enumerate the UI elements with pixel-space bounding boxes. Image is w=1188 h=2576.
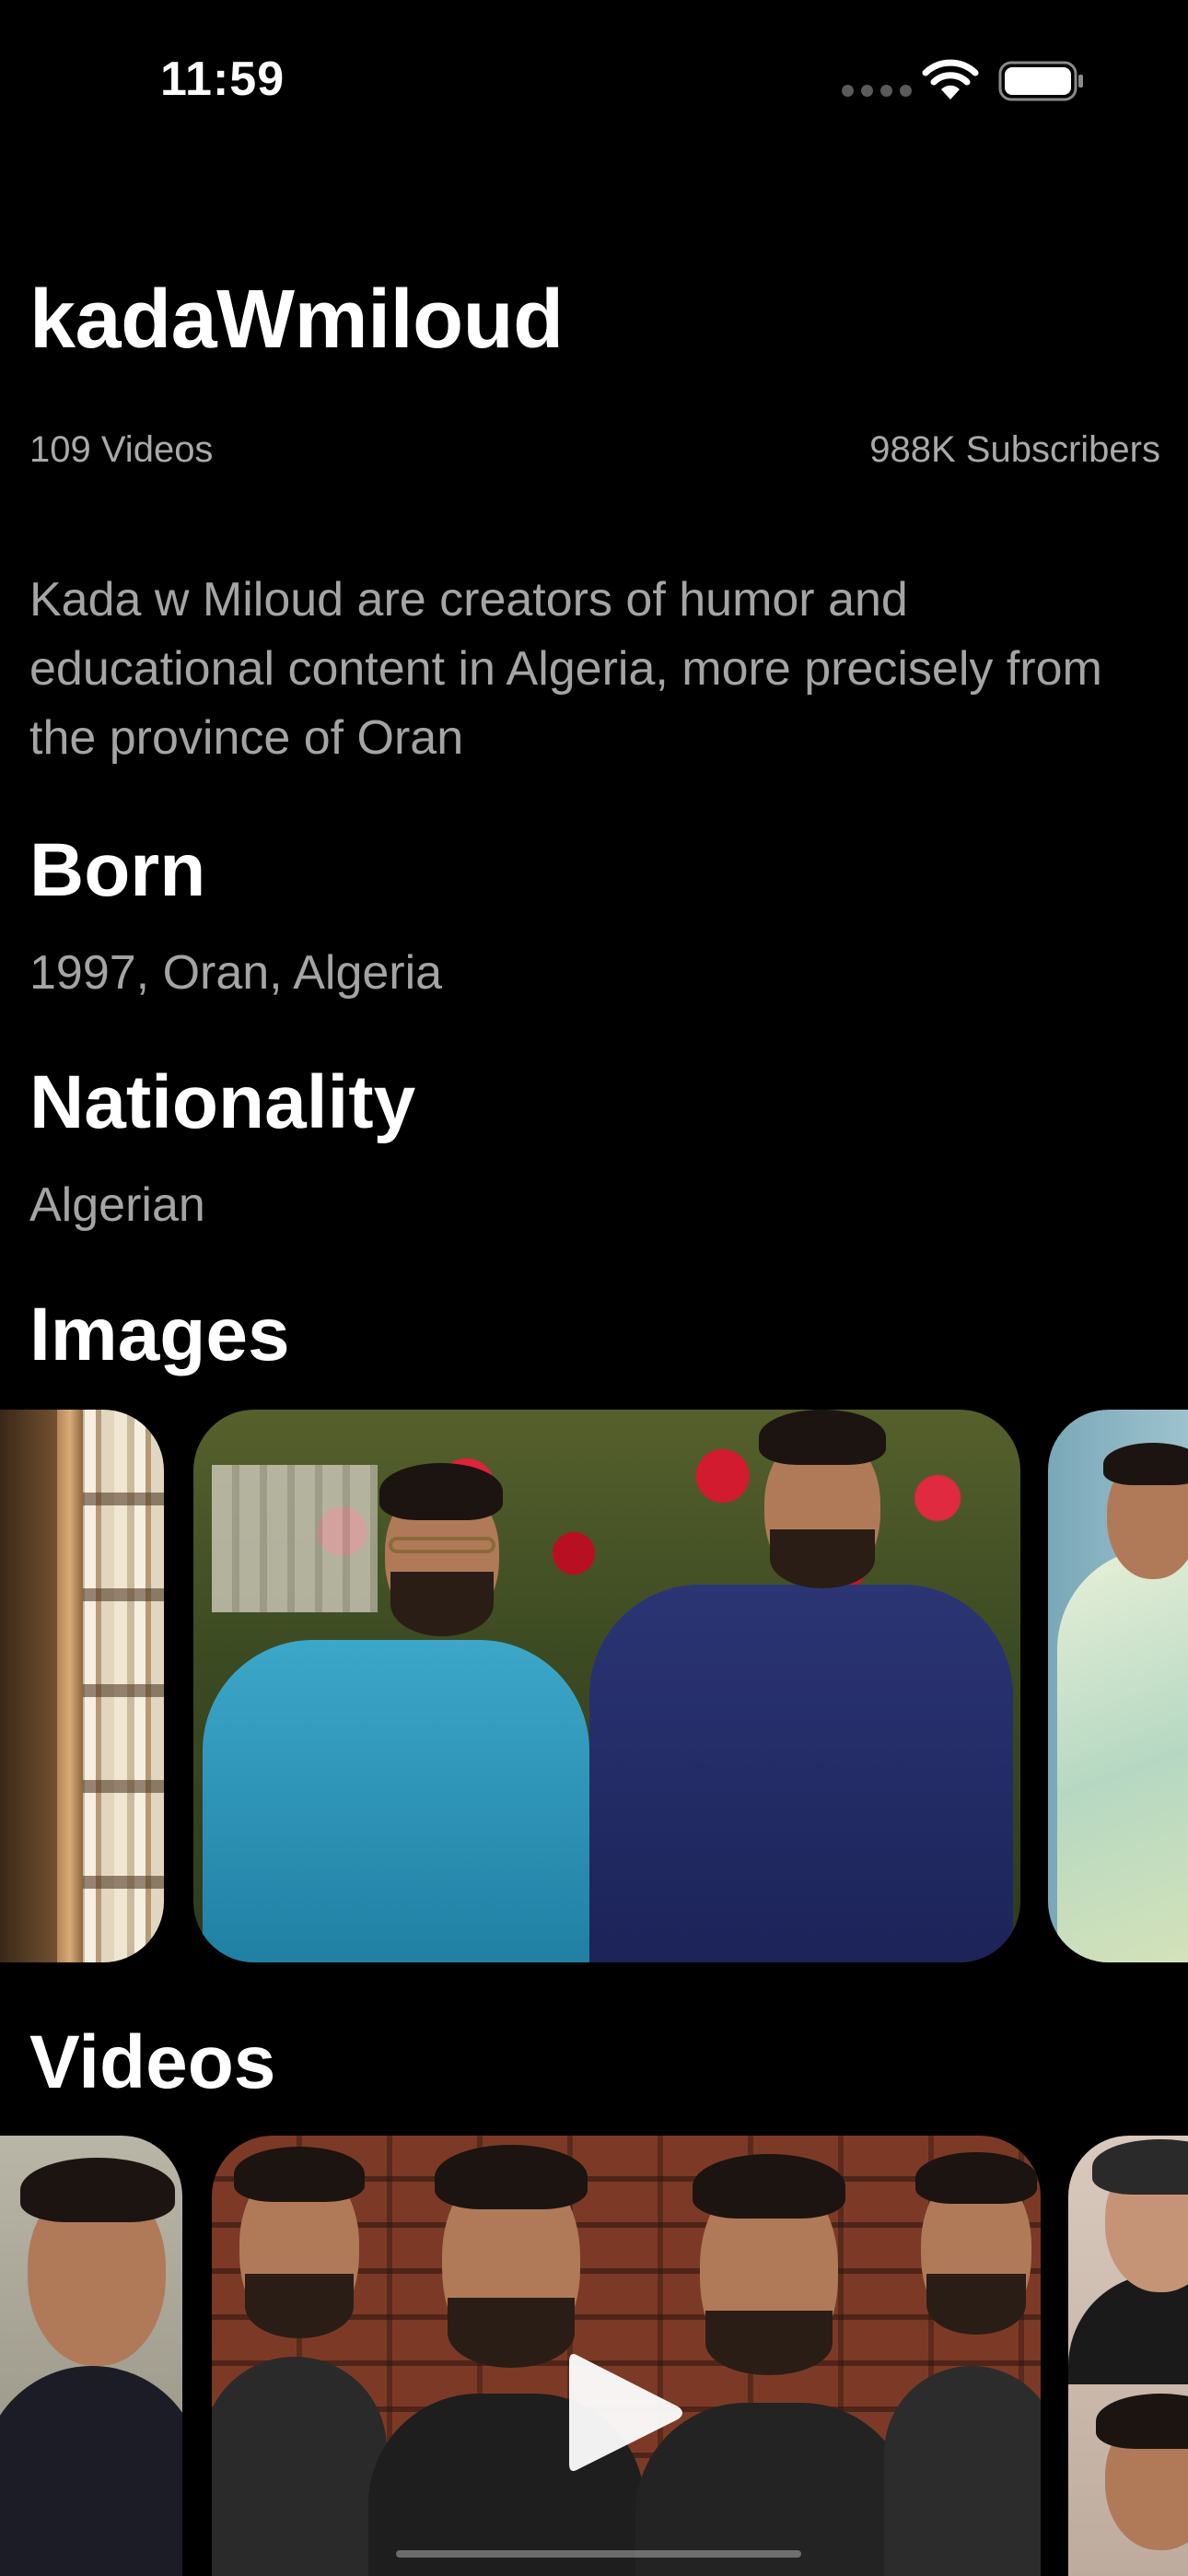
video-count: 109 Videos	[29, 429, 214, 470]
channel-title: kadaWmiloud	[29, 274, 564, 366]
nationality-heading: Nationality	[29, 1060, 416, 1144]
battery-icon	[998, 61, 1083, 101]
videos-heading: Videos	[29, 2020, 276, 2104]
image-card-right[interactable]	[1048, 1410, 1188, 1962]
image-card-main[interactable]	[193, 1410, 1020, 1962]
status-time: 11:59	[160, 53, 285, 106]
play-icon[interactable]	[560, 2344, 689, 2482]
subscriber-count: 988K Subscribers	[869, 429, 1160, 470]
person-figure	[0, 2136, 182, 2576]
video-card-right[interactable]	[1068, 2136, 1188, 2576]
person-figure	[580, 1410, 1020, 1962]
person-figure	[1048, 1410, 1188, 1962]
born-heading: Born	[29, 828, 206, 912]
videos-carousel[interactable]	[0, 2136, 1188, 2576]
signal-dots-icon	[842, 85, 912, 97]
channel-stats: 109 Videos 988K Subscribers	[29, 429, 1160, 475]
wifi-icon	[922, 59, 979, 100]
images-carousel[interactable]	[0, 1410, 1188, 1962]
video-card-left[interactable]	[0, 2136, 182, 2576]
born-value: 1997, Oran, Algeria	[29, 946, 443, 1000]
video-scrub-bar	[396, 2550, 801, 2558]
status-bar: 11:59	[0, 0, 1188, 157]
nationality-value: Algerian	[29, 1178, 205, 1232]
person-figure	[193, 1410, 617, 1962]
images-heading: Images	[29, 1293, 290, 1376]
video-card-main[interactable]	[212, 2136, 1041, 2576]
channel-description: Kada w Miloud are creators of humor and …	[29, 573, 1102, 765]
person-figure	[884, 2136, 1041, 2576]
image-card-bookshelf[interactable]	[0, 1410, 164, 1962]
channel-detail-screen: 11:59 kadaWmiloud 109 Videos 988K Subscr…	[0, 0, 1188, 2576]
person-figure	[1068, 2136, 1188, 2576]
